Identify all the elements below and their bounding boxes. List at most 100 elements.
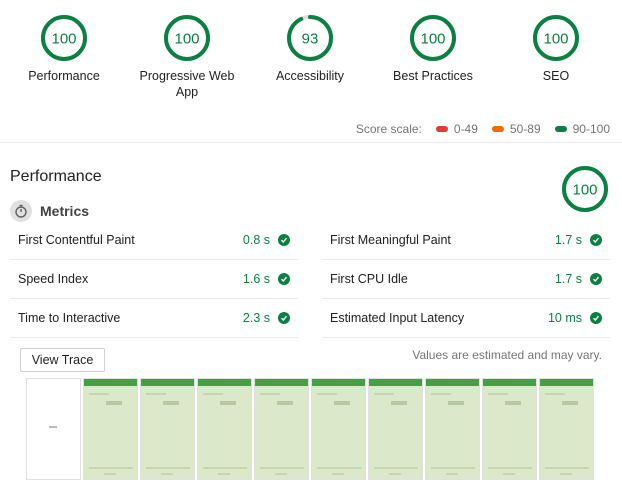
frame-text-line: [161, 473, 173, 475]
gauge-label: Best Practices: [393, 69, 473, 83]
metrics-title: Metrics: [40, 203, 90, 219]
pass-check-icon: [278, 312, 290, 324]
metric-value: 0.8 s: [242, 233, 270, 247]
filmstrip-frame: [425, 378, 480, 480]
frame-app-bar: [483, 379, 536, 386]
filmstrip-frame: [140, 378, 195, 480]
metric-value: 1.6 s: [242, 272, 270, 286]
stopwatch-icon: [10, 200, 32, 222]
metric-row: First CPU Idle 1.7 s: [322, 260, 610, 299]
scale-item-pass: 90-100: [554, 122, 610, 136]
frame-text-line: [146, 467, 190, 469]
gauge-accessibility[interactable]: 93 Accessibility: [250, 14, 370, 84]
metric-name: First Meaningful Paint: [330, 233, 451, 247]
metric-name: First CPU Idle: [330, 272, 408, 286]
metric-row: First Contentful Paint 0.8 s: [10, 221, 298, 260]
section-divider: [0, 142, 622, 143]
metric-row: First Meaningful Paint 1.7 s: [322, 221, 610, 260]
frame-chip: [277, 401, 293, 405]
scale-item-average: 50-89: [491, 122, 541, 136]
gauge-label: Performance: [28, 69, 100, 83]
category-gauges: 100 Performance 100 Progressive Web App …: [0, 0, 622, 120]
filmstrip: [26, 378, 596, 480]
pass-check-icon: [278, 273, 290, 285]
frame-text-line: [260, 393, 280, 395]
score-gauge-ring: 100: [562, 166, 608, 212]
frame-text-line: [317, 393, 337, 395]
frame-text-line: [332, 473, 344, 475]
frame-text-line: [275, 473, 287, 475]
gauge-seo[interactable]: 100 SEO: [496, 14, 616, 84]
scale-item-fail: 0-49: [435, 122, 478, 136]
score-gauge-ring: 100: [41, 15, 87, 61]
pass-check-icon: [590, 273, 602, 285]
filmstrip-frame: [368, 378, 423, 480]
frame-text-line: [218, 473, 230, 475]
pass-check-icon: [590, 312, 602, 324]
metric-name: Speed Index: [18, 272, 89, 286]
frame-text-line: [545, 467, 589, 469]
frame-text-line: [374, 393, 394, 395]
gauge-best-practices[interactable]: 100 Best Practices: [373, 14, 493, 84]
frame-app-bar: [255, 379, 308, 386]
filmstrip-frame: [311, 378, 366, 480]
frame-chip: [448, 401, 464, 405]
frame-text-line: [545, 393, 565, 395]
scale-range: 0-49: [453, 122, 478, 136]
score-value: 100: [543, 31, 568, 48]
frame-text-line: [260, 467, 304, 469]
frame-chip: [391, 401, 407, 405]
frame-text-line: [203, 467, 247, 469]
pass-check-icon: [278, 234, 290, 246]
pass-swatch: [554, 126, 567, 132]
view-trace-button[interactable]: View Trace: [20, 348, 105, 372]
gauge-pwa[interactable]: 100 Progressive Web App: [127, 14, 247, 100]
metric-value: 2.3 s: [242, 311, 270, 325]
fail-swatch: [435, 126, 448, 132]
frame-app-bar: [540, 379, 593, 386]
gauge-label: Progressive Web App: [139, 69, 235, 99]
frame-text-line: [431, 393, 451, 395]
frame-app-bar: [84, 379, 137, 386]
frame-app-bar: [198, 379, 251, 386]
scale-range: 50-89: [509, 122, 541, 136]
score-value: 100: [174, 31, 199, 48]
score-scale-legend: Score scale: 0-49 50-89 90-100: [356, 122, 610, 136]
metric-value: 1.7 s: [554, 272, 582, 286]
metric-name: Estimated Input Latency: [330, 311, 465, 325]
filmstrip-frame: [197, 378, 252, 480]
metric-row: Time to Interactive 2.3 s: [10, 299, 298, 338]
filmstrip-frame: [26, 378, 81, 480]
frame-chip: [505, 401, 521, 405]
pass-check-icon: [590, 234, 602, 246]
score-value: 100: [420, 31, 445, 48]
frame-app-bar: [369, 379, 422, 386]
frame-chip: [106, 401, 122, 405]
scale-range: 90-100: [572, 122, 610, 136]
frame-chip: [163, 401, 179, 405]
frame-text-line: [389, 473, 401, 475]
gauge-label: Accessibility: [275, 69, 345, 83]
frame-text-line: [146, 393, 166, 395]
gauge-label: SEO: [542, 69, 570, 83]
score-value: 100: [51, 31, 76, 48]
metric-value: 10 ms: [547, 311, 582, 325]
filmstrip-frame: [254, 378, 309, 480]
frame-text-line: [488, 467, 532, 469]
filmstrip-frame: [83, 378, 138, 480]
performance-score-gauge: 100: [561, 165, 609, 218]
gauge-performance[interactable]: 100 Performance: [4, 14, 124, 84]
frame-text-line: [488, 393, 508, 395]
filmstrip-frame: [482, 378, 537, 480]
score-gauge-ring: 100: [164, 15, 210, 61]
score-gauge-ring: 100: [410, 15, 456, 61]
filmstrip-frame: [539, 378, 594, 480]
frame-text-line: [431, 467, 475, 469]
frame-app-bar: [426, 379, 479, 386]
metric-name: Time to Interactive: [18, 311, 121, 325]
frame-chip: [562, 401, 578, 405]
score-gauge-ring: 93: [287, 15, 333, 61]
score-value: 100: [572, 182, 597, 199]
frame-app-bar: [312, 379, 365, 386]
metrics-header: Metrics: [10, 200, 89, 222]
